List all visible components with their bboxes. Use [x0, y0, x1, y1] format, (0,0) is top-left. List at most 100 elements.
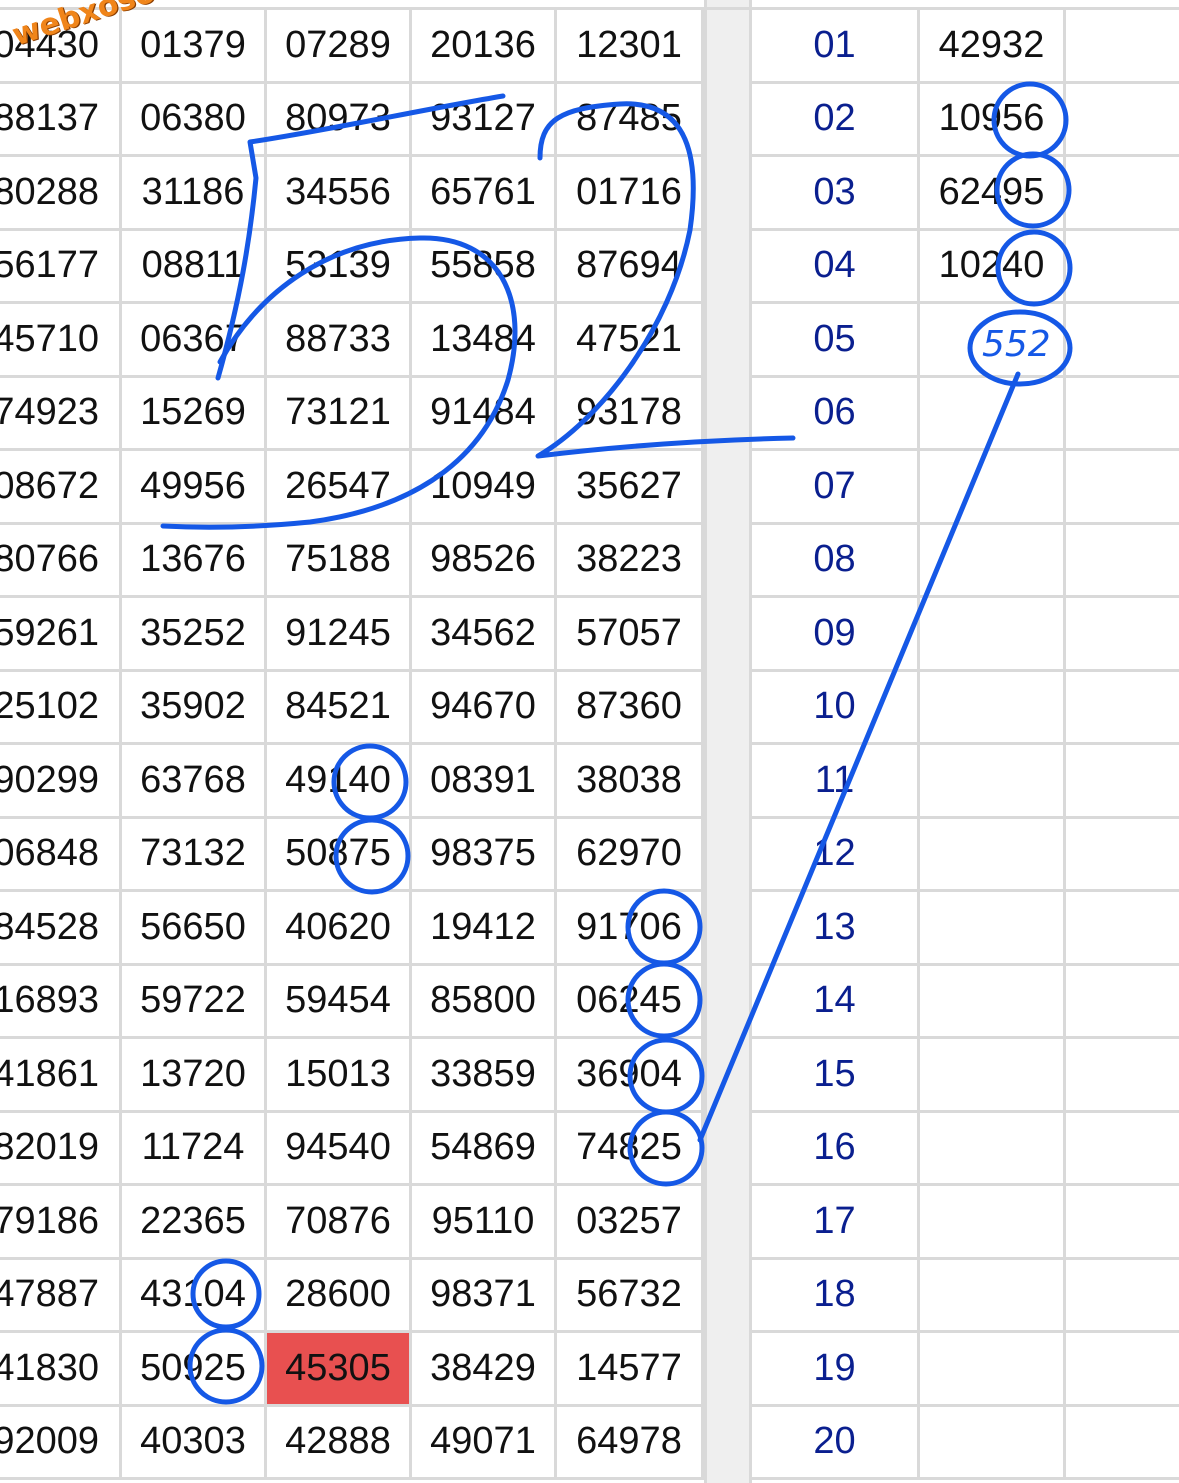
empty-cell	[1066, 231, 1179, 304]
side-value-cell	[920, 598, 1066, 672]
table-cell: 80288	[0, 157, 122, 231]
empty-cell	[1066, 966, 1179, 1039]
table-cell: 82019	[0, 1112, 122, 1186]
table-cell: 14577	[557, 1333, 704, 1407]
table-cell: 87694	[557, 230, 704, 304]
table-cell: 74923	[0, 377, 122, 451]
table-cell: 73132	[122, 818, 267, 892]
table-cell: 87360	[557, 671, 704, 745]
empty-cell	[1066, 1039, 1179, 1113]
table-cell: 38038	[557, 745, 704, 819]
table-cell: 74825	[557, 1112, 704, 1186]
table-cell: 53139	[267, 230, 412, 304]
table-cell: 49140	[267, 745, 412, 819]
row-index: 17	[752, 1186, 920, 1260]
row-index: 13	[752, 892, 920, 966]
table-cell: 34556	[267, 157, 412, 231]
empty-cell	[1066, 672, 1179, 745]
table-cell: 22365	[122, 1186, 267, 1260]
table-cell: 56177	[0, 230, 122, 304]
table-cell: 91484	[412, 377, 557, 451]
row-index: 14	[752, 965, 920, 1039]
table-cell: 35627	[557, 451, 704, 525]
table-cell: 45710	[0, 304, 122, 378]
empty-cell	[1066, 598, 1179, 672]
side-value-cell	[920, 1039, 1066, 1113]
table-cell: 54869	[412, 1112, 557, 1186]
table-cell: 94540	[267, 1112, 412, 1186]
table-cell: 84528	[0, 892, 122, 966]
table-cell: 10949	[412, 451, 557, 525]
table-cell: 15269	[122, 377, 267, 451]
table-cell: 35252	[122, 598, 267, 672]
table-cell: 13720	[122, 1039, 267, 1113]
table-cell: 01716	[557, 157, 704, 231]
table-cell: 36904	[557, 1039, 704, 1113]
table-cell: 49071	[412, 1406, 557, 1480]
table-cell: 08811	[122, 230, 267, 304]
row-index: 11	[752, 745, 920, 819]
side-value-cell	[920, 1112, 1066, 1186]
table-cell: 28600	[267, 1259, 412, 1333]
side-value-cell: 10240	[920, 230, 1066, 304]
empty-cell	[1066, 378, 1179, 451]
table-cell: 07289	[267, 10, 412, 84]
table-cell: 47521	[557, 304, 704, 378]
empty-cell	[1066, 451, 1179, 525]
table-cell: 84521	[267, 671, 412, 745]
table-cell: 01379	[122, 10, 267, 84]
empty-cell	[1066, 157, 1179, 231]
row-index: 06	[752, 377, 920, 451]
side-value-cell	[920, 965, 1066, 1039]
row-index: 20	[752, 1406, 920, 1480]
table-cell: 49956	[122, 451, 267, 525]
table-cell: 70876	[267, 1186, 412, 1260]
spreadsheet: 04430 01379 07289 20136 12301 01 42932 88137 063…	[0, 0, 1179, 1483]
table-cell: 43104	[122, 1259, 267, 1333]
table-cell: 62970	[557, 818, 704, 892]
table-cell: 40620	[267, 892, 412, 966]
empty-cell	[1066, 1333, 1179, 1407]
table-cell: 06380	[122, 83, 267, 157]
table-cell: 41830	[0, 1333, 122, 1407]
table-cell: 08672	[0, 451, 122, 525]
empty-cell	[1066, 745, 1179, 819]
table-cell: 85800	[412, 965, 557, 1039]
side-value-cell	[920, 671, 1066, 745]
side-value-cell	[920, 1259, 1066, 1333]
table-cell: 95110	[412, 1186, 557, 1260]
table-cell: 38223	[557, 524, 704, 598]
table-cell: 25102	[0, 671, 122, 745]
table-cell: 80766	[0, 524, 122, 598]
side-value-cell	[920, 892, 1066, 966]
row-index: 12	[752, 818, 920, 892]
table-cell: 98526	[412, 524, 557, 598]
side-value-cell	[920, 818, 1066, 892]
table-cell: 94670	[412, 671, 557, 745]
table-cell: 06848	[0, 818, 122, 892]
column-divider	[704, 0, 752, 1483]
table-cell: 06367	[122, 304, 267, 378]
table-cell: 55858	[412, 230, 557, 304]
empty-cell	[1066, 1407, 1179, 1480]
table-cell: 13484	[412, 304, 557, 378]
table-cell: 79186	[0, 1186, 122, 1260]
table-cell: 19412	[412, 892, 557, 966]
table-cell: 93178	[557, 377, 704, 451]
table-cell: 47887	[0, 1259, 122, 1333]
table-cell: 50875	[267, 818, 412, 892]
table-cell: 63768	[122, 745, 267, 819]
side-value-cell	[920, 1406, 1066, 1480]
table-cell: 31186	[122, 157, 267, 231]
circled-note: 552	[982, 324, 1051, 365]
table-cell: 41861	[0, 1039, 122, 1113]
table-cell: 06245	[557, 965, 704, 1039]
table-cell: 75188	[267, 524, 412, 598]
table-cell: 45305	[267, 1333, 412, 1407]
row-index: 04	[752, 230, 920, 304]
table-cell: 35902	[122, 671, 267, 745]
row-index: 09	[752, 598, 920, 672]
empty-cell	[1066, 1260, 1179, 1333]
table-cell: 12301	[557, 10, 704, 84]
empty-cell	[1066, 10, 1179, 84]
